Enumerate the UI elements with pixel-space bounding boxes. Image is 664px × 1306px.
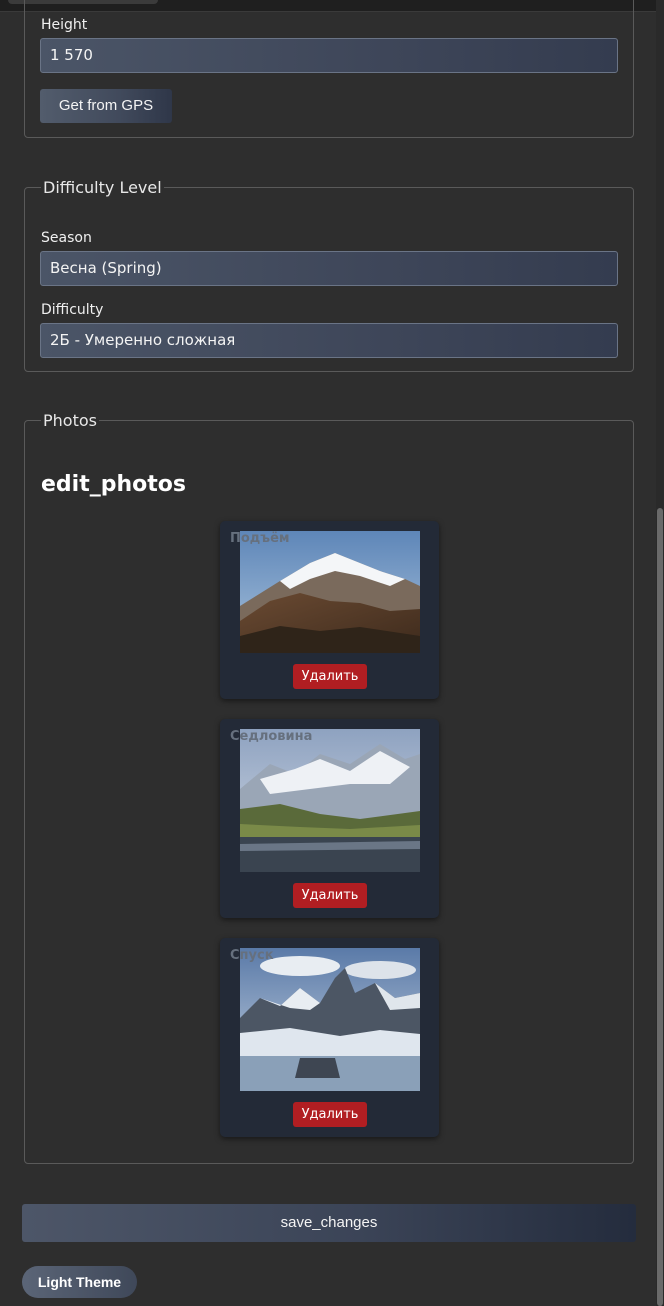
scrollbar-track[interactable]	[656, 0, 664, 1306]
photo-image	[240, 531, 420, 653]
difficulty-label: Difficulty	[41, 302, 104, 318]
delete-photo-button[interactable]: Удалить	[293, 664, 367, 689]
season-label: Season	[41, 230, 92, 246]
photo-image	[240, 948, 420, 1091]
photo-caption: Седловина	[230, 729, 313, 744]
height-label: Height	[41, 17, 88, 33]
save-changes-button[interactable]: save_changes	[22, 1204, 636, 1242]
delete-photo-button[interactable]: Удалить	[293, 883, 367, 908]
photo-caption: Спуск	[230, 948, 274, 963]
photo-card: Спуск Удалить	[220, 938, 439, 1137]
difficulty-legend: Difficulty Level	[43, 178, 162, 197]
photo-card: Подъём Удалить	[220, 521, 439, 699]
delete-photo-button[interactable]: Удалить	[293, 1102, 367, 1127]
theme-toggle-button[interactable]: Light Theme	[22, 1266, 137, 1298]
difficulty-group: Difficulty Level Season Весна (Spring) D…	[24, 178, 634, 372]
height-input[interactable]: 1 570	[40, 38, 618, 73]
scrollbar-thumb[interactable]	[657, 508, 663, 1306]
photos-heading: edit_photos	[41, 472, 186, 497]
get-from-gps-button[interactable]: Get from GPS	[40, 89, 172, 123]
photo-caption: Подъём	[230, 531, 290, 546]
edit-route-page: Height 1 570 Get from GPS Difficulty Lev…	[0, 0, 664, 1306]
difficulty-select[interactable]: 2Б - Умеренно сложная	[40, 323, 618, 358]
photo-card: Седловина Удалить	[220, 719, 439, 918]
photo-image	[240, 729, 420, 872]
season-select[interactable]: Весна (Spring)	[40, 251, 618, 286]
photos-legend: Photos	[43, 411, 97, 430]
location-group: Height 1 570 Get from GPS	[24, 0, 634, 138]
photos-group: Photos edit_photos Подъём Удалить Седлов…	[24, 411, 634, 1164]
